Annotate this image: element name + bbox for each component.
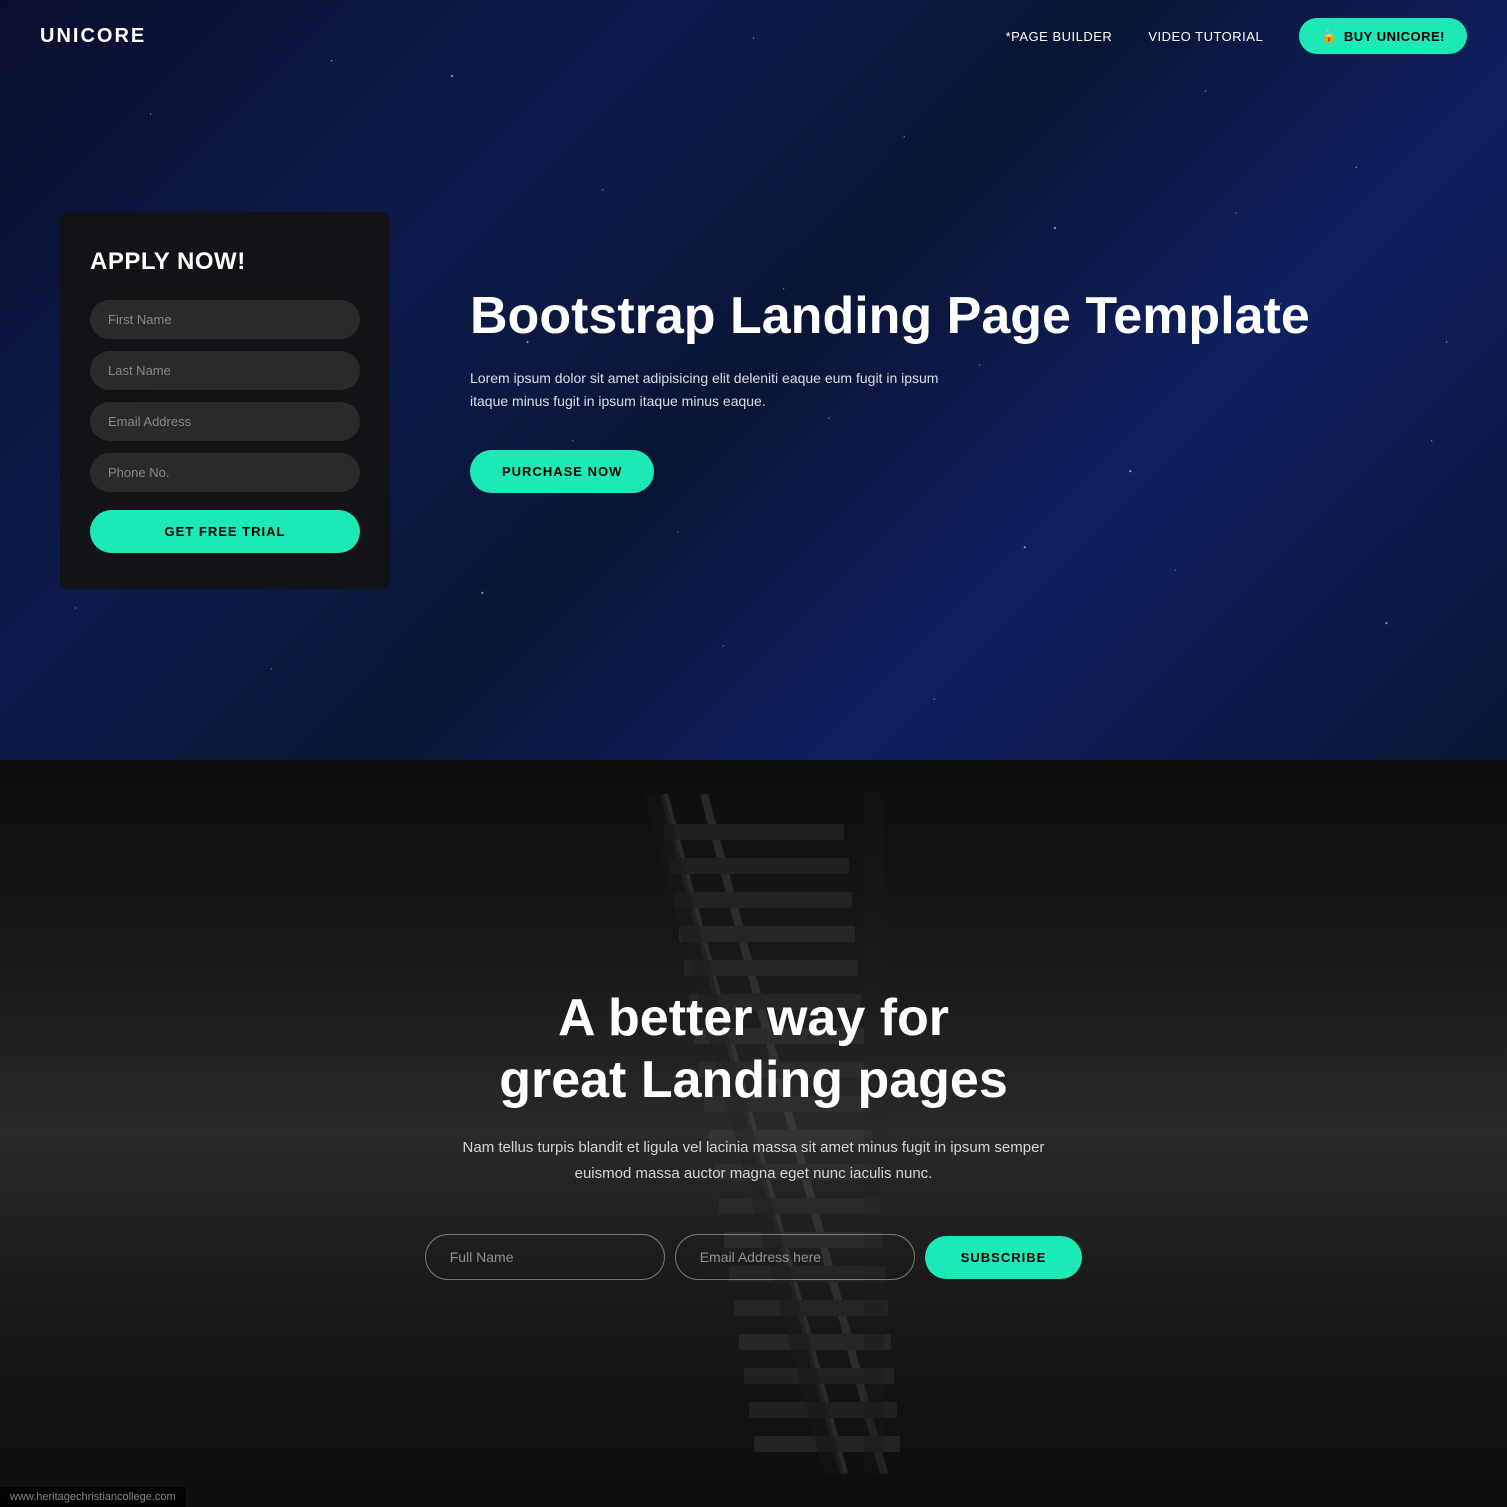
section2-form: SUBSCRIBE	[425, 1234, 1083, 1280]
nav-links: *PAGE BUILDER VIDEO TUTORIAL 🔒 BUY UNICO…	[1006, 18, 1467, 54]
lock-icon: 🔒	[1321, 28, 1338, 44]
nav-logo: UNICORE	[40, 25, 146, 48]
section2-email-input[interactable]	[675, 1234, 915, 1280]
buy-unicore-button[interactable]: 🔒 BUY UNICORE!	[1299, 18, 1467, 54]
apply-form-card: APPLY NOW! GET FREE TRIAL	[60, 212, 390, 589]
hero-heading: Bootstrap Landing Page Template	[470, 287, 1447, 347]
hero-content: APPLY NOW! GET FREE TRIAL Bootstrap Land…	[0, 172, 1507, 589]
phone-input[interactable]	[90, 453, 360, 492]
section2-name-input[interactable]	[425, 1234, 665, 1280]
section2-heading: A better way for great Landing pages	[425, 987, 1083, 1112]
hero-description: Lorem ipsum dolor sit amet adipisicing e…	[470, 367, 970, 415]
section2: A better way for great Landing pages Nam…	[0, 760, 1507, 1507]
status-url: www.heritagechristiancollege.com	[10, 1491, 176, 1503]
nav-link-video-tutorial[interactable]: VIDEO TUTORIAL	[1148, 29, 1263, 44]
get-free-trial-button[interactable]: GET FREE TRIAL	[90, 510, 360, 553]
section2-content: A better way for great Landing pages Nam…	[385, 987, 1123, 1281]
first-name-input[interactable]	[90, 300, 360, 339]
purchase-now-button[interactable]: PURCHASE NOW	[470, 450, 654, 493]
navigation: UNICORE *PAGE BUILDER VIDEO TUTORIAL 🔒 B…	[0, 0, 1507, 72]
section2-description: Nam tellus turpis blandit et ligula vel …	[453, 1135, 1053, 1186]
subscribe-button[interactable]: SUBSCRIBE	[925, 1236, 1083, 1279]
email-input[interactable]	[90, 402, 360, 441]
nav-link-page-builder[interactable]: *PAGE BUILDER	[1006, 29, 1113, 44]
last-name-input[interactable]	[90, 351, 360, 390]
status-bar: www.heritagechristiancollege.com	[0, 1487, 186, 1507]
form-title: APPLY NOW!	[90, 248, 360, 276]
hero-text: Bootstrap Landing Page Template Lorem ip…	[470, 267, 1447, 493]
hero-section: APPLY NOW! GET FREE TRIAL Bootstrap Land…	[0, 0, 1507, 760]
